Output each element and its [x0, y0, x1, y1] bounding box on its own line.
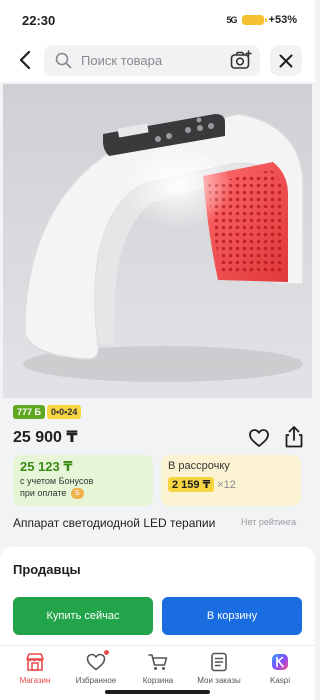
product-badges: 777 Б 0•0•24 — [13, 405, 82, 419]
heart-icon[interactable] — [248, 427, 270, 449]
nav-label-kaspi: Kaspi — [269, 676, 290, 685]
installment-line: 2 159 ₸ ×12 — [168, 477, 294, 492]
status-icons: 5G +53% — [227, 14, 297, 26]
nav-label-orders: Мои заказы — [197, 676, 241, 685]
product-title: Аппарат светодиодной LED терапии — [13, 516, 216, 530]
nav-item-favorites[interactable]: Избранное — [65, 650, 127, 685]
search-placeholder: Поиск товара — [81, 53, 163, 68]
nav-heart-wrap — [85, 650, 109, 673]
bonus-note-text: при оплате — [20, 488, 67, 498]
product-price: 25 900 ₸ — [13, 429, 78, 446]
nav-item-cart[interactable]: Корзина — [127, 651, 189, 685]
installment-title: В рассрочку — [168, 460, 230, 472]
signal-icon: 5G — [226, 15, 238, 25]
installment-card[interactable]: В рассрочку 2 159 ₸ ×12 — [161, 455, 301, 506]
status-bar: 22:30 5G +53% — [0, 0, 315, 40]
home-indicator[interactable] — [105, 690, 210, 694]
rating-status[interactable]: Нет рейтинга — [241, 517, 296, 527]
nav-item-shop[interactable]: Магазин — [4, 651, 66, 685]
battery-level: +53% — [268, 14, 297, 26]
nav-label-favorites: Избранное — [75, 676, 117, 685]
notification-dot — [104, 650, 109, 655]
installment-badge: 0•0•24 — [47, 405, 82, 419]
led-device-illustration — [23, 113, 304, 382]
search-header: Поиск товара — [0, 40, 315, 82]
search-input[interactable]: Поиск товара — [44, 45, 260, 76]
nav-item-orders[interactable]: Мои заказы — [188, 651, 250, 685]
heart-icon — [86, 653, 106, 671]
status-time: 22:30 — [22, 12, 56, 28]
share-icon[interactable] — [283, 425, 305, 449]
cart-icon — [148, 654, 168, 670]
nav-label-cart: Корзина — [142, 676, 174, 685]
installment-amount: 2 159 ₸ — [168, 477, 215, 492]
add-to-cart-button[interactable]: В корзину — [162, 597, 302, 635]
orders-icon — [211, 652, 227, 672]
bonus-badge: 777 Б — [13, 405, 45, 419]
bonus-note-line2: при оплате Б — [20, 487, 146, 500]
bonus-price-card[interactable]: 25 123 ₸ с учетом Бонусов при оплате Б — [13, 455, 153, 506]
bonus-coin-icon: Б — [70, 488, 84, 500]
shop-icon — [26, 653, 44, 671]
back-button[interactable] — [12, 46, 38, 74]
price-row: 25 900 ₸ — [13, 425, 305, 449]
camera-search-icon[interactable] — [230, 50, 252, 71]
buy-now-button[interactable]: Купить сейчас — [13, 597, 153, 635]
nav-item-kaspi[interactable]: Kaspi — [249, 651, 311, 685]
nav-label-shop: Магазин — [19, 676, 51, 685]
close-icon — [279, 54, 293, 67]
bonus-price: 25 123 ₸ — [20, 459, 73, 474]
search-icon — [54, 52, 72, 70]
battery-icon — [241, 15, 267, 25]
kaspi-icon — [272, 654, 288, 670]
close-button[interactable] — [270, 45, 302, 76]
product-image[interactable] — [3, 84, 312, 398]
chevron-left-icon — [19, 51, 31, 69]
installment-months: ×12 — [217, 478, 236, 491]
bonus-note-line1: с учетом Бонусов — [20, 476, 94, 486]
sellers-heading: Продавцы — [13, 562, 81, 577]
